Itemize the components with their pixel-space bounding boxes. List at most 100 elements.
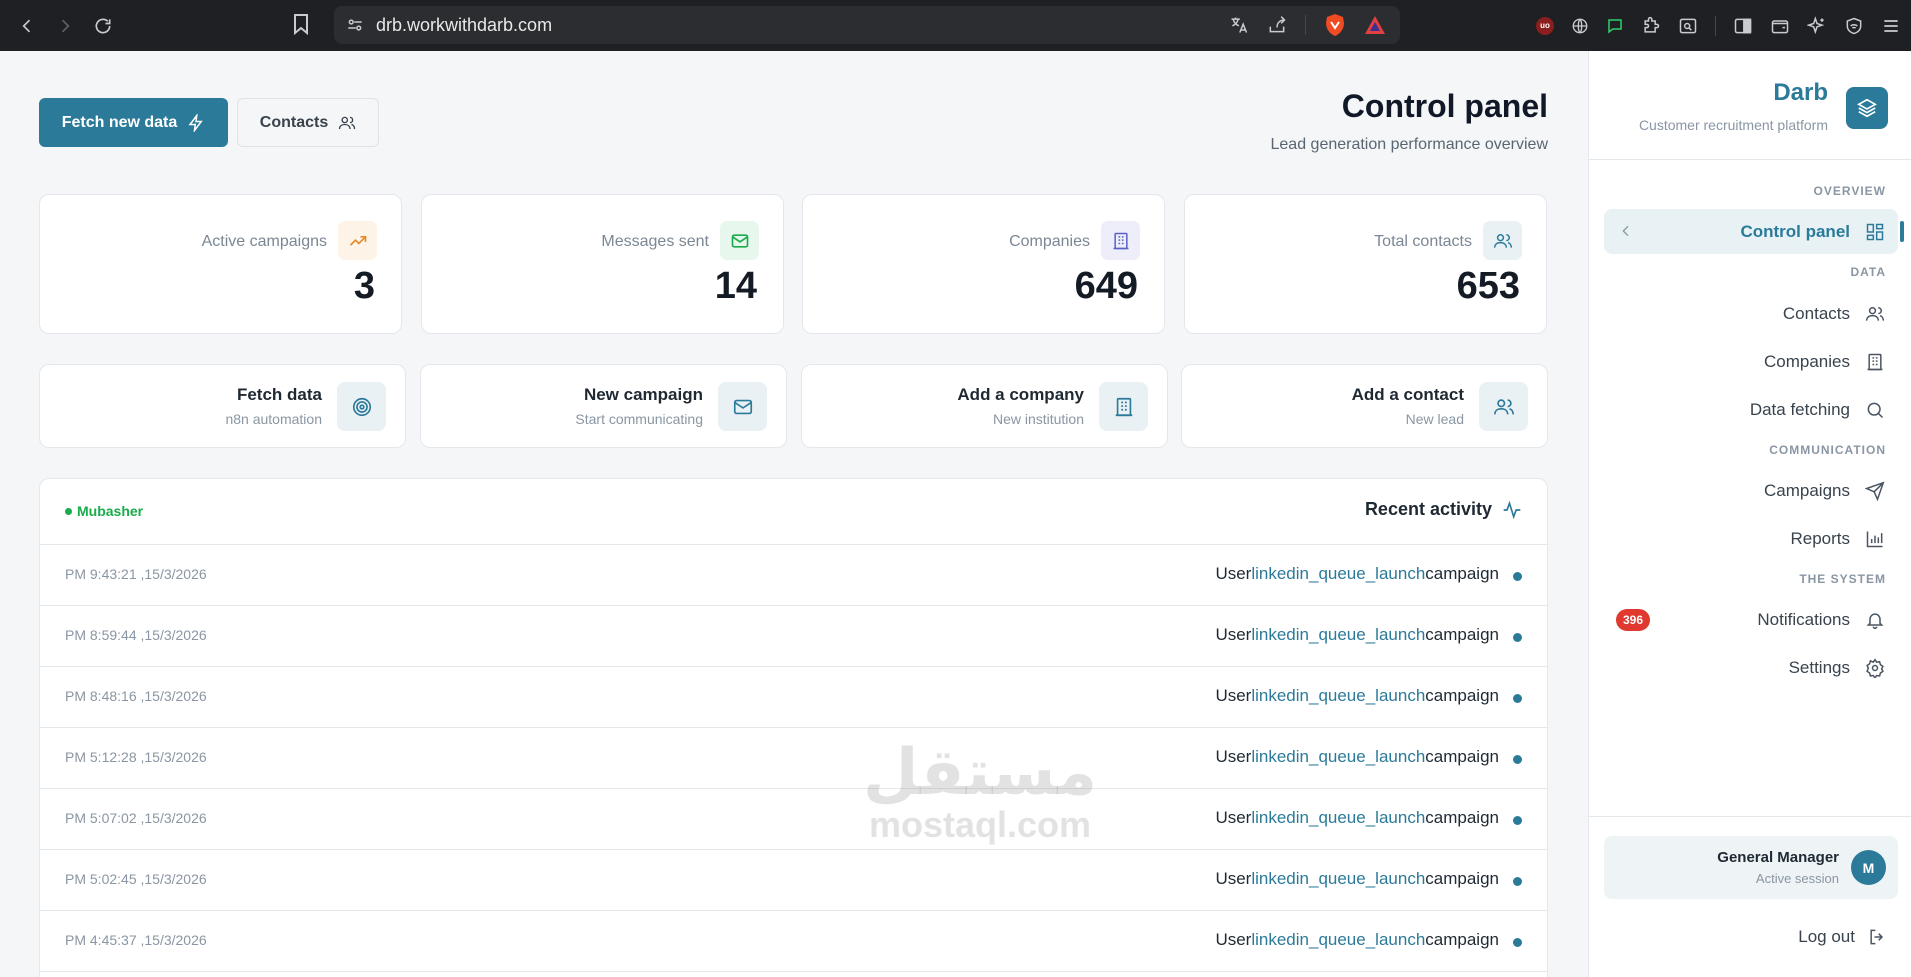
watermark: مستقل mostaql.com [830,741,1130,845]
lightning-icon [187,113,205,132]
sidebar-item-control-panel[interactable]: Control panel [1604,209,1904,254]
activity-text: Userlinkedin_queue_launchcampaign [1215,564,1499,584]
stat-label: Active campaigns [201,233,327,250]
activity-text: Userlinkedin_queue_launchcampaign [1215,869,1499,889]
sidebar-item-reports[interactable]: Reports [1604,516,1898,561]
ai-sparkle-icon[interactable] [1807,15,1827,36]
chat-extension-icon[interactable] [1606,17,1624,35]
activity-row[interactable]: PM 8:48:16 ,15/3/2026 Userlinkedin_queue… [40,667,1547,728]
stat-label: Total contacts [1374,233,1472,250]
brand-header: Darb Customer recruitment platform [1589,51,1911,160]
brave-rewards-icon[interactable] [1364,15,1386,35]
ublock-icon[interactable]: uo [1536,16,1554,35]
activity-row[interactable]: PM 5:07:02 ,15/3/2026 Userlinkedin_queue… [40,789,1547,850]
users-icon [1483,221,1522,260]
users-icon [1479,382,1528,431]
activity-dot [1513,633,1522,642]
wallet-icon[interactable] [1770,16,1790,36]
action-subtitle: n8n automation [225,411,322,427]
activity-row[interactable]: PM 5:02:45 ,15/3/2026 Userlinkedin_queue… [40,850,1547,911]
forward-icon[interactable] [46,7,84,45]
stat-card-messages-sent: Messages sent 14 [421,194,784,334]
sidebar-item-data-fetching[interactable]: Data fetching [1604,387,1898,432]
activity-link[interactable]: linkedin_queue_launch [1251,747,1425,766]
action-title: Add a contact [1351,385,1464,404]
vpn-icon[interactable] [1844,16,1864,36]
activity-link[interactable]: linkedin_queue_launch [1251,930,1425,949]
puzzle-icon[interactable] [1641,16,1661,36]
activity-object: campaign [1425,564,1499,583]
activity-time: PM 4:45:37 ,15/3/2026 [65,932,207,948]
back-icon[interactable] [8,7,46,45]
bell-icon [1864,609,1886,631]
sidebar-item-campaigns[interactable]: Campaigns [1604,468,1898,513]
action-subtitle: Start communicating [575,411,703,427]
activity-time: PM 5:02:45 ,15/3/2026 [65,871,207,887]
sidebar-item-label: Control panel [1740,221,1850,241]
brave-shields-icon[interactable] [1324,13,1346,37]
activity-link[interactable]: linkedin_queue_launch [1251,686,1425,705]
activity-row[interactable]: PM 9:43:21 ,15/3/2026 Userlinkedin_queue… [40,545,1547,606]
share-icon[interactable] [1267,15,1287,35]
sidebar-item-notifications[interactable]: 396 Notifications [1604,597,1898,642]
user-card[interactable]: General Manager Active session M [1604,836,1898,899]
avatar: M [1851,850,1886,885]
menu-icon[interactable] [1881,16,1901,36]
activity-actor: User [1215,869,1252,888]
site-settings-icon[interactable] [346,16,364,34]
stat-card-active-campaigns: Active campaigns 3 [39,194,402,334]
page-title: Control panel [1341,88,1548,124]
sidebar-item-label: Settings [1788,657,1850,677]
stat-value: 14 [714,265,757,307]
activity-time: PM 5:12:28 ,15/3/2026 [65,749,207,765]
activity-row[interactable]: PM 4:45:37 ,15/3/2026 Userlinkedin_queue… [40,911,1547,972]
recent-activity-panel: Mubasher Recent activity PM 9:43:21 ,15/… [39,478,1548,977]
bookmark-icon[interactable] [292,13,310,35]
action-add-contact[interactable]: Add a contact New lead [1181,364,1548,448]
activity-link[interactable]: linkedin_queue_launch [1251,625,1425,644]
activity-row[interactable]: PM 8:59:44 ,15/3/2026 Userlinkedin_queue… [40,606,1547,667]
fetch-new-data-button[interactable]: Fetch new data [39,98,228,147]
mail-icon [718,382,767,431]
active-indicator [1900,221,1904,242]
sidebar-item-label: Companies [1764,351,1850,371]
translate-icon[interactable] [1229,15,1249,35]
live-indicator: Mubasher [65,503,143,519]
notifications-badge: 396 [1616,609,1651,631]
activity-row[interactable]: PM 5:12:28 ,15/3/2026 Userlinkedin_queue… [40,728,1547,789]
contacts-button-label: Contacts [259,113,329,131]
section-overview: OVERVIEW [1813,184,1886,198]
sidebar-item-label: Data fetching [1749,399,1850,419]
brand-tagline: Customer recruitment platform [1638,117,1828,133]
sidebar-item-contacts[interactable]: Contacts [1604,291,1898,336]
activity-link[interactable]: linkedin_queue_launch [1251,869,1425,888]
search-page-icon[interactable] [1678,16,1698,36]
send-icon [1864,480,1886,502]
activity-text: Userlinkedin_queue_launchcampaign [1215,930,1499,950]
stat-value: 649 [1074,265,1138,307]
activity-object: campaign [1425,625,1499,644]
logout-button[interactable]: Log out [1798,927,1887,947]
sidebar-toggle-icon[interactable] [1733,16,1753,36]
sidebar-item-settings[interactable]: Settings [1604,645,1898,690]
action-subtitle: New lead [1405,411,1464,427]
page-subtitle: Lead generation performance overview [1270,136,1549,153]
activity-link[interactable]: linkedin_queue_launch [1251,808,1425,827]
watermark-arabic: مستقل [862,736,1098,810]
stat-label: Companies [1009,233,1090,250]
address-bar[interactable]: drb.workwithdarb.com [334,6,1400,44]
activity-dot [1513,755,1522,764]
action-new-campaign[interactable]: New campaign Start communicating [420,364,787,448]
sidebar-footer: General Manager Active session M Log out [1589,816,1911,977]
activity-time: PM 8:59:44 ,15/3/2026 [65,627,207,643]
action-add-company[interactable]: Add a company New institution [801,364,1168,448]
sidebar-item-companies[interactable]: Companies [1604,339,1898,384]
activity-link[interactable]: linkedin_queue_launch [1251,564,1425,583]
action-fetch-data[interactable]: Fetch data n8n automation [39,364,406,448]
contacts-button[interactable]: Contacts [237,98,379,147]
reload-icon[interactable] [84,7,122,45]
globe-icon[interactable] [1571,17,1589,35]
section-communication: COMMUNICATION [1769,443,1886,457]
sidebar: Darb Customer recruitment platform OVERV… [1588,51,1911,977]
activity-time: PM 8:48:16 ,15/3/2026 [65,688,207,704]
